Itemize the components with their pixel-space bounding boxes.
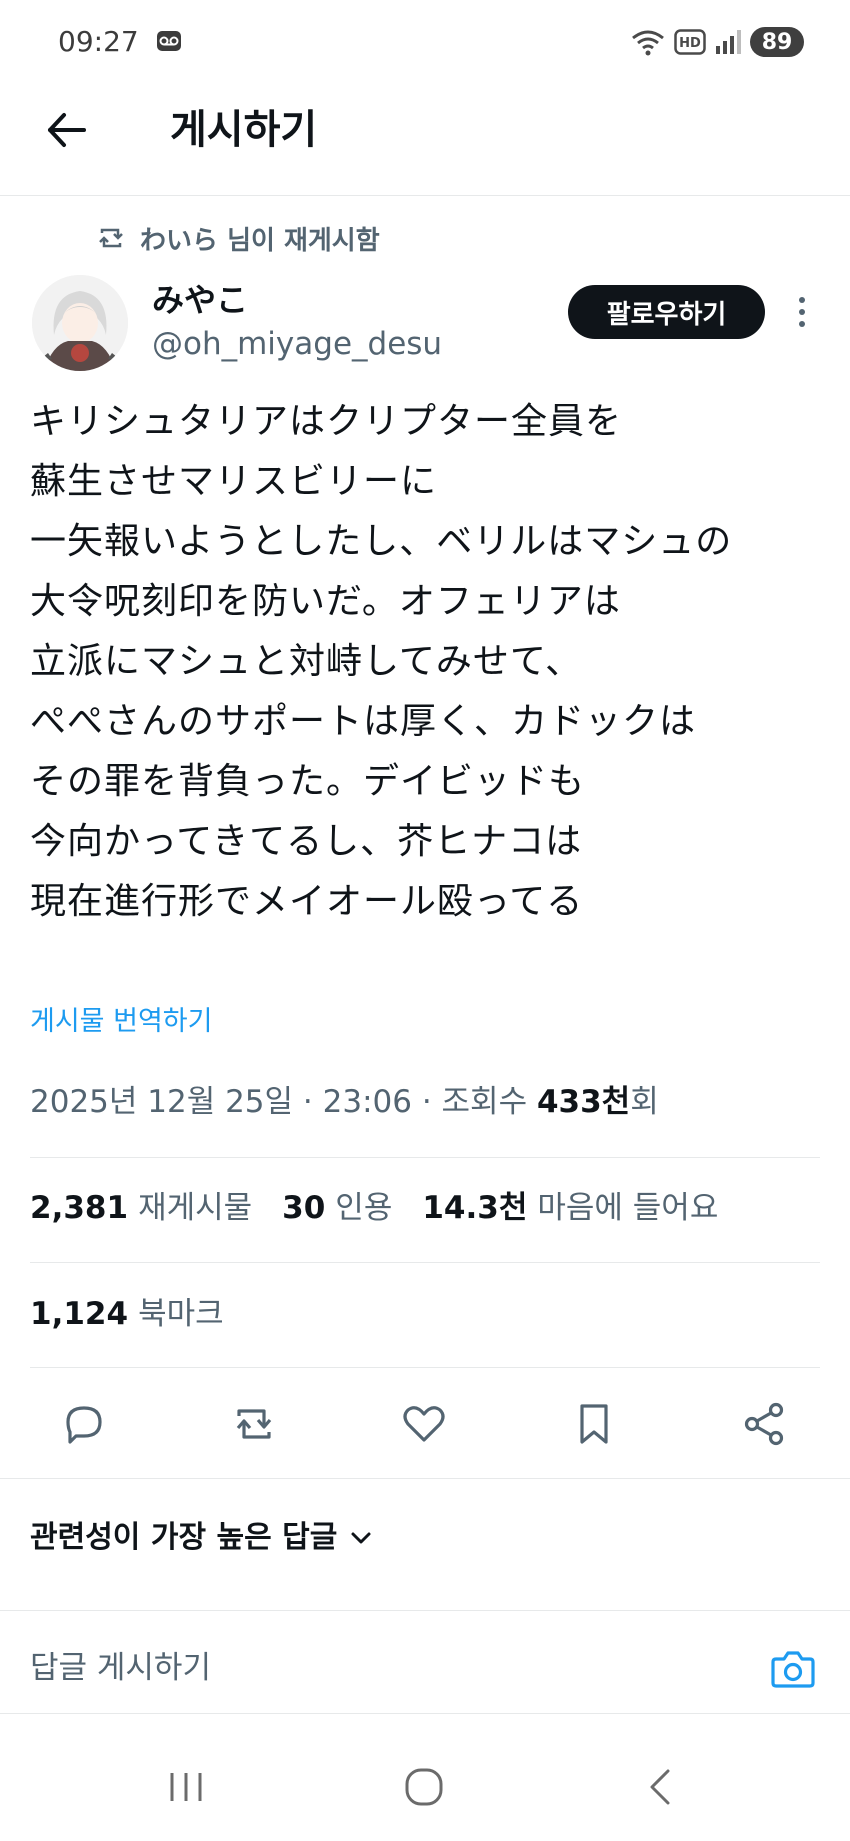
reply-sort-label: 관련성이 가장 높은 답글	[30, 1520, 338, 1555]
tweet-line: 大令呪刻印を防いだ。オフェリアは	[30, 581, 621, 622]
svg-text:HD: HD	[679, 36, 701, 51]
signal-icon	[716, 30, 741, 54]
follow-button[interactable]: 팔로우하기	[568, 285, 765, 339]
bookmark-icon	[580, 1404, 608, 1444]
actions-divider	[0, 1478, 850, 1479]
status-time: 09:27	[58, 25, 139, 58]
views-count: 433천	[536, 1084, 631, 1120]
reposts-count: 2,381	[30, 1190, 129, 1226]
camera-icon[interactable]	[770, 1647, 816, 1691]
wifi-icon	[632, 30, 664, 56]
like-button[interactable]	[398, 1398, 450, 1450]
bookmark-button[interactable]	[568, 1398, 620, 1450]
repost-button[interactable]	[228, 1398, 280, 1450]
quotes-stat[interactable]: 30 인용	[282, 1186, 392, 1230]
likes-stat[interactable]: 14.3천 마음에 들어요	[422, 1186, 718, 1230]
quotes-label: 인용	[335, 1190, 393, 1226]
tweet-line: 一矢報いようとしたし、ベリルはマシュの	[30, 521, 733, 562]
nav-back-icon[interactable]	[640, 1765, 684, 1809]
tweet-line: ぺぺさんのサポートは厚く、カドックは	[30, 701, 697, 742]
repost-suffix: 님이 재게시함	[218, 225, 380, 256]
reply-icon	[66, 1406, 102, 1444]
composer-divider	[0, 1713, 850, 1714]
tweet-line: 立派にマシュと対峙してみせて、	[30, 641, 583, 682]
tweet-line: その罪を背負った。デイビッドも	[30, 761, 586, 802]
meta-divider	[30, 1157, 820, 1158]
quotes-count: 30	[282, 1190, 326, 1226]
arrow-left-icon[interactable]	[42, 105, 92, 155]
repost-small-icon	[99, 228, 123, 248]
repost-icon	[236, 1409, 272, 1439]
recent-apps-icon[interactable]	[164, 1765, 208, 1809]
sort-divider	[0, 1610, 850, 1611]
likes-count: 14.3천	[422, 1190, 528, 1226]
reply-input[interactable]: 답글 게시하기	[30, 1646, 211, 1690]
post-meta: 2025년 12월 25일 · 23:06 · 조회수 433천회	[30, 1080, 659, 1124]
bookmarks-stat[interactable]: 1,124 북마크	[30, 1292, 224, 1336]
bookmark-divider	[30, 1367, 820, 1368]
battery-indicator: 89	[750, 27, 804, 57]
reposter-name[interactable]: わいら	[140, 226, 218, 256]
repost-indicator: わいら 님이 재게시함	[96, 218, 380, 258]
tweet-line: 蘇生させマリスビリーに	[30, 461, 438, 502]
more-options-icon[interactable]	[790, 292, 814, 332]
author-handle[interactable]: @oh_miyage_desu	[152, 322, 442, 366]
meta-separator: ·	[411, 1084, 442, 1120]
bookmarks-label: 북마크	[138, 1296, 224, 1332]
reply-sort-dropdown[interactable]: 관련성이 가장 높은 답글	[30, 1516, 373, 1560]
likes-label: 마음에 들어요	[537, 1190, 719, 1226]
share-icon	[744, 1402, 784, 1446]
reply-button[interactable]	[58, 1398, 110, 1450]
engagement-stats: 2,381 재게시물 30 인용 14.3천 마음에 들어요	[30, 1186, 718, 1230]
tweet-line: 現在進行形でメイオール殴ってる	[30, 881, 584, 922]
post-date[interactable]: 2025년 12월 25일	[30, 1084, 293, 1120]
post-time[interactable]: 23:06	[323, 1084, 412, 1120]
like-icon	[403, 1406, 445, 1442]
views-suffix: 회	[630, 1084, 659, 1120]
stats-divider	[30, 1262, 820, 1263]
tweet-line: 今向かってきてるし、芥ヒナコは	[30, 821, 583, 862]
tweet-text: キリシュタリアはクリプター全員を 蘇生させマリスビリーに 一矢報いようとしたし、…	[30, 392, 830, 932]
home-icon[interactable]	[402, 1765, 446, 1809]
translate-link[interactable]: 게시물 번역하기	[30, 1002, 212, 1042]
page-title: 게시하기	[170, 107, 318, 153]
meta-separator: ·	[293, 1084, 323, 1120]
hd-icon: HD	[674, 29, 706, 55]
bookmarks-count: 1,124	[30, 1296, 129, 1332]
views-label: 조회수	[441, 1084, 537, 1120]
avatar[interactable]	[32, 275, 128, 371]
header-divider	[0, 195, 850, 196]
share-button[interactable]	[738, 1398, 790, 1450]
tweet-line: キリシュタリアはクリプター全員を	[30, 401, 623, 442]
reposts-label: 재게시물	[138, 1190, 253, 1226]
author-display-name[interactable]: みやこ	[152, 278, 248, 322]
chevron-down-icon	[351, 1532, 371, 1544]
status-icons: HD 89	[630, 22, 804, 62]
voicemail-icon	[157, 31, 181, 51]
reposts-stat[interactable]: 2,381 재게시물	[30, 1186, 252, 1230]
